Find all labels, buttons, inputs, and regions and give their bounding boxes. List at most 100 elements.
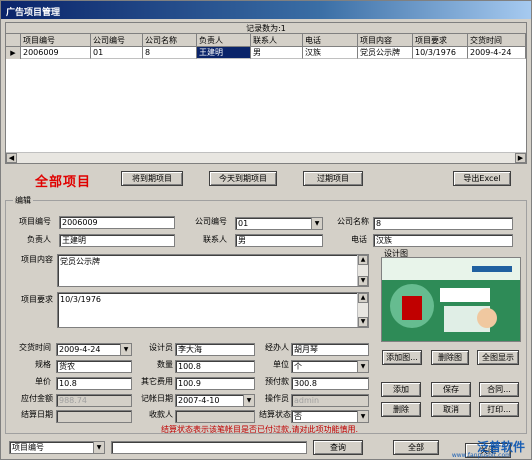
settle-date-label: 结算日期 <box>21 410 53 419</box>
show-all-button[interactable]: 全部 <box>393 440 439 455</box>
contract-button[interactable]: 合同... <box>479 382 519 397</box>
column-header[interactable]: 负责人 <box>197 34 251 46</box>
column-header[interactable]: 项目编号 <box>21 34 91 46</box>
horizontal-scrollbar[interactable]: ◀ ▶ <box>6 152 526 163</box>
column-header[interactable]: 公司名称 <box>143 34 197 46</box>
handler-field[interactable]: 胡月琴 <box>291 343 369 356</box>
other-fee-label: 其它费用 <box>141 377 173 386</box>
scroll-up-icon[interactable]: ▲ <box>358 255 368 265</box>
settle-status-label: 结算状态 <box>259 410 291 419</box>
content-value: 党员公示牌 <box>60 257 100 266</box>
today-expiring-button[interactable]: 今天到期项目 <box>209 171 277 186</box>
column-header[interactable]: 交货时间 <box>468 34 526 46</box>
save-button[interactable]: 保存 <box>431 382 471 397</box>
phone-field[interactable]: 汉族 <box>373 234 513 247</box>
bill-date-label: 记帐日期 <box>141 394 173 403</box>
scroll-down-icon[interactable]: ▼ <box>358 276 368 286</box>
requirement-scrollbar[interactable]: ▲ ▼ <box>357 293 368 327</box>
expiring-projects-button[interactable]: 将到期项目 <box>121 171 183 186</box>
scroll-up-icon[interactable]: ▲ <box>358 293 368 303</box>
scroll-down-icon[interactable]: ▼ <box>358 317 368 327</box>
chevron-down-icon[interactable]: ▼ <box>120 344 131 355</box>
table-cell[interactable]: 王建明 <box>197 47 251 59</box>
unit-label: 单位 <box>273 360 289 369</box>
spec-field[interactable]: 货农 <box>56 360 132 373</box>
table-cell[interactable]: 2009-4-24 <box>468 47 526 59</box>
company-no-label: 公司编号 <box>195 217 227 226</box>
delete-image-button[interactable]: 删除图 <box>431 350 469 365</box>
qty-label: 数量 <box>157 360 173 369</box>
bill-date-picker[interactable]: 2007-4-10 ▼ <box>175 394 255 407</box>
table-cell[interactable]: 8 <box>143 47 197 59</box>
record-count: 记录数为:1 <box>6 23 526 34</box>
cancel-button[interactable]: 取消 <box>431 402 471 417</box>
requirement-textarea[interactable]: 10/3/1976 ▲ ▼ <box>57 292 369 328</box>
company-name-label: 公司名称 <box>337 217 369 226</box>
handler-label: 经办人 <box>265 343 289 352</box>
company-no-select[interactable]: 01 ▼ <box>235 217 323 230</box>
app-window: 广告项目管理 记录数为:1 项目编号 公司编号 公司名称 负责人 联系人 电话 … <box>0 0 532 460</box>
requirement-value: 10/3/1976 <box>60 295 102 304</box>
full-view-button[interactable]: 全图显示 <box>477 350 519 365</box>
project-no-label: 项目编号 <box>19 217 51 226</box>
spec-label: 规格 <box>35 360 51 369</box>
operator-field: admin <box>291 394 369 407</box>
contact-label: 联系人 <box>203 235 227 244</box>
payable-field: 988.74 <box>56 394 132 407</box>
requirement-label: 项目要求 <box>21 295 53 304</box>
table-cell[interactable]: 01 <box>91 47 143 59</box>
table-cell[interactable]: 汉族 <box>303 47 358 59</box>
chevron-down-icon[interactable]: ▼ <box>93 442 104 453</box>
query-button[interactable]: 查询 <box>313 440 363 455</box>
records-grid[interactable]: 记录数为:1 项目编号 公司编号 公司名称 负责人 联系人 电话 项目内容 项目… <box>5 22 527 164</box>
search-field-select[interactable]: 项目编号 ▼ <box>9 441 105 454</box>
manager-field[interactable]: 王建明 <box>59 234 175 247</box>
company-no-value: 01 <box>238 219 249 228</box>
delivery-label: 交货时间 <box>19 343 51 352</box>
column-header[interactable]: 公司编号 <box>91 34 143 46</box>
search-field-value: 项目编号 <box>12 443 44 452</box>
chevron-down-icon[interactable]: ▼ <box>357 411 368 422</box>
add-image-button[interactable]: 添加图... <box>382 350 422 365</box>
add-button[interactable]: 添加 <box>381 382 421 397</box>
column-header[interactable]: 联系人 <box>251 34 303 46</box>
delete-button[interactable]: 删除 <box>381 402 421 417</box>
unit-select[interactable]: 个 ▼ <box>291 360 369 373</box>
chevron-down-icon[interactable]: ▼ <box>357 361 368 372</box>
project-no-field[interactable]: 2006009 <box>59 216 175 229</box>
chevron-down-icon[interactable]: ▼ <box>311 218 322 229</box>
delivery-date-picker[interactable]: 2009-4-24 ▼ <box>56 343 132 356</box>
price-field[interactable]: 10.8 <box>56 377 132 390</box>
table-row[interactable]: 2006009 01 8 王建明 男 汉族 党员公示牌 10/3/1976 20… <box>6 47 526 59</box>
window-title: 广告项目管理 <box>1 1 531 19</box>
settle-status-value: 否 <box>294 412 302 421</box>
search-input[interactable] <box>111 441 307 454</box>
other-fee-field[interactable]: 100.9 <box>175 377 255 390</box>
payable-label: 应付金额 <box>21 394 53 403</box>
table-cell[interactable]: 男 <box>251 47 303 59</box>
receiver-label: 收款人 <box>149 410 173 419</box>
prepay-field[interactable]: 300.8 <box>291 377 369 390</box>
export-excel-button[interactable]: 导出Excel <box>453 171 511 186</box>
contact-field[interactable]: 男 <box>235 234 323 247</box>
scroll-left-icon[interactable]: ◀ <box>6 153 17 163</box>
table-cell[interactable]: 10/3/1976 <box>413 47 468 59</box>
column-header[interactable]: 电话 <box>303 34 358 46</box>
table-cell[interactable]: 党员公示牌 <box>358 47 413 59</box>
manager-label: 负责人 <box>27 235 51 244</box>
table-cell[interactable]: 2006009 <box>21 47 91 59</box>
qty-field[interactable]: 100.8 <box>175 360 255 373</box>
print-button[interactable]: 打印... <box>479 402 519 417</box>
column-header[interactable]: 项目要求 <box>413 34 468 46</box>
edit-group-label: 编辑 <box>13 195 33 206</box>
watermark-url: www.fanpusoft.com <box>451 452 511 459</box>
settle-status-select[interactable]: 否 ▼ <box>291 410 369 423</box>
designer-field[interactable]: 李大海 <box>175 343 255 356</box>
settle-status-hint: 结算状态表示该笔帐目是否已付过款,请对此项功能慎用. <box>161 425 359 434</box>
column-header[interactable]: 项目内容 <box>358 34 413 46</box>
scroll-right-icon[interactable]: ▶ <box>515 153 526 163</box>
content-scrollbar[interactable]: ▲ ▼ <box>357 255 368 286</box>
content-textarea[interactable]: 党员公示牌 ▲ ▼ <box>57 254 369 287</box>
company-name-field[interactable]: 8 <box>373 217 513 230</box>
expired-projects-button[interactable]: 过期项目 <box>303 171 363 186</box>
